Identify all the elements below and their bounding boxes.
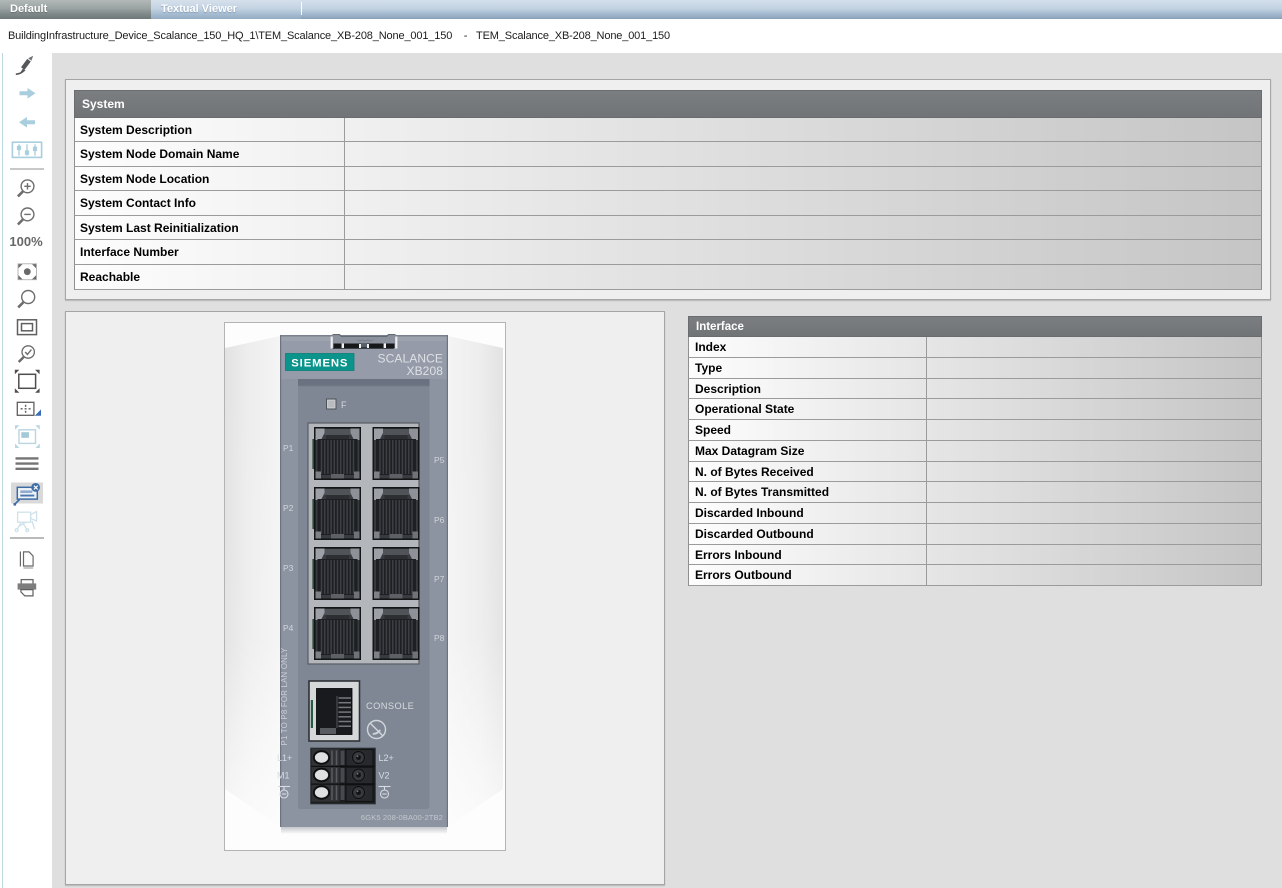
svg-text:P8: P8 bbox=[434, 633, 445, 643]
svg-text:V2: V2 bbox=[379, 771, 390, 781]
svg-text:100%: 100% bbox=[9, 234, 43, 249]
svg-text:XB208: XB208 bbox=[406, 364, 443, 378]
svg-text:CONSOLE: CONSOLE bbox=[366, 701, 414, 711]
svg-text:L2+: L2+ bbox=[379, 753, 394, 763]
svg-text:P4: P4 bbox=[283, 623, 294, 633]
svg-text:F: F bbox=[341, 400, 347, 410]
svg-text:6GK5 208-0BA00-2TB2: 6GK5 208-0BA00-2TB2 bbox=[361, 813, 443, 822]
svg-text:P1 TO P8 FOR LAN ONLY: P1 TO P8 FOR LAN ONLY bbox=[280, 647, 289, 746]
svg-text:P3: P3 bbox=[283, 563, 294, 573]
svg-text:P2: P2 bbox=[283, 503, 294, 513]
svg-text:M1: M1 bbox=[277, 771, 290, 781]
svg-text:P5: P5 bbox=[434, 455, 445, 465]
svg-text:P1: P1 bbox=[283, 443, 294, 453]
svg-text:L1+: L1+ bbox=[277, 753, 292, 763]
svg-text:SIEMENS: SIEMENS bbox=[291, 357, 348, 369]
svg-text:P6: P6 bbox=[434, 515, 445, 525]
svg-text:P7: P7 bbox=[434, 574, 445, 584]
